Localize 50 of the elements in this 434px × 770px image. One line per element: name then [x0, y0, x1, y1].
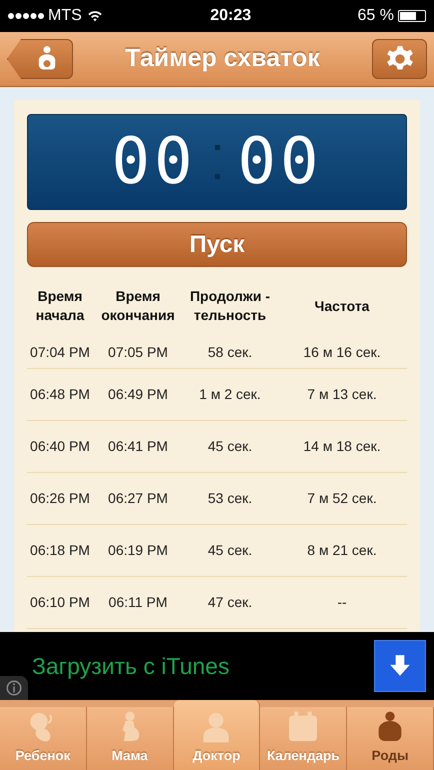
table-cell-text: 06:26 PM — [30, 489, 90, 508]
info-icon — [5, 679, 23, 697]
ad-text[interactable]: Загрузить с iTunes — [0, 648, 230, 684]
table-cell-text: 14 м 18 сек. — [303, 437, 381, 456]
table-cell-text: -- — [337, 593, 347, 612]
download-button[interactable] — [374, 640, 426, 692]
table-cell-text: 45 сек. — [208, 437, 252, 456]
timer-minutes: 00 — [111, 130, 196, 194]
table-cell-text: 16 м 16 сек. — [303, 343, 381, 362]
screen-title: Таймер схваток — [125, 43, 320, 74]
battery-percent: 65 % — [358, 6, 394, 26]
column-header: Частота — [314, 296, 370, 316]
carrier-name: MTS — [48, 6, 82, 26]
table-cell-text: 7 м 13 сек. — [307, 385, 377, 404]
settings-button[interactable] — [372, 39, 427, 79]
column-header: Продолжи - тельность — [188, 287, 272, 325]
tab-button[interactable]: Роды — [347, 707, 434, 770]
column-header: Время начала — [34, 287, 86, 325]
tab-button[interactable]: Ребенок — [0, 707, 87, 770]
table-cell-text: 7 м 52 сек. — [307, 489, 377, 508]
table-cell-text: 45 сек. — [208, 541, 252, 560]
column-header: Время окончания — [100, 287, 176, 325]
tab-button[interactable]: Доктор — [174, 700, 260, 770]
colon-icon — [214, 145, 220, 179]
tab-button[interactable]: Календарь — [260, 707, 348, 770]
table-cell-text: 06:49 PM — [108, 385, 168, 404]
table-cell-text: 07:05 PM — [108, 343, 168, 362]
table-cell-text: 06:18 PM — [30, 541, 90, 560]
table-cell-text: 06:48 PM — [30, 385, 90, 404]
signal-icon — [8, 13, 44, 19]
status-time: 20:23 — [210, 6, 252, 26]
back-button[interactable] — [7, 39, 73, 79]
table-cell-text: 1 м 2 сек. — [199, 385, 261, 404]
table-cell-text: 06:10 PM — [30, 593, 90, 612]
table-cell-text: 06:40 PM — [30, 437, 90, 456]
battery-icon — [398, 10, 426, 22]
table-cell-text: 53 сек. — [208, 489, 252, 508]
wifi-icon — [86, 8, 104, 24]
calendar-icon — [287, 710, 320, 743]
table-cell-text: 06:27 PM — [108, 489, 168, 508]
table-cell-text: 06:41 PM — [108, 437, 168, 456]
timer-seconds: 00 — [238, 130, 323, 194]
table-cell-text: 06:11 PM — [108, 593, 168, 612]
table-cell-text: 06:19 PM — [108, 541, 168, 560]
table-cell-text: 58 сек. — [208, 343, 252, 362]
start-button[interactable]: Пуск — [27, 222, 407, 267]
table-cell-text: 8 м 21 сек. — [307, 541, 377, 560]
tab-button[interactable]: Мама — [86, 707, 174, 770]
table-cell-text: 07:04 PM — [30, 343, 90, 362]
table-cell-text: 47 сек. — [208, 593, 252, 612]
